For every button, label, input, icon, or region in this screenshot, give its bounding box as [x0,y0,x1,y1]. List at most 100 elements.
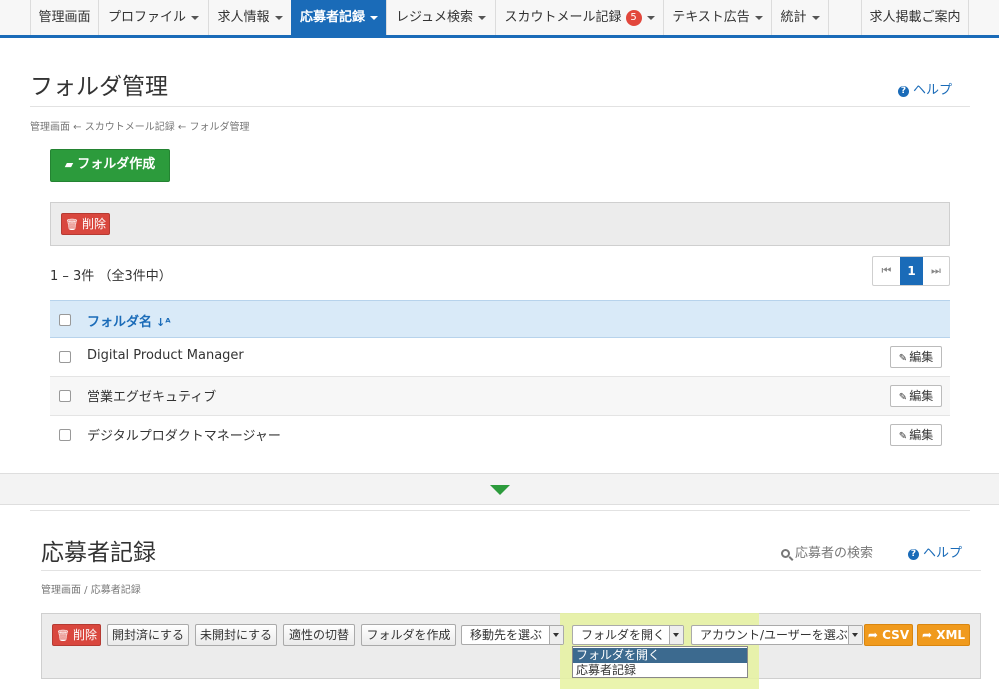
table-row: 営業エグゼキュティブ ✎ 編集 [50,377,950,416]
row-checkbox[interactable] [59,390,71,402]
chevron-down-icon [274,15,283,20]
chevron-down-icon [848,626,862,644]
folder-name[interactable]: 営業エグゼキュティブ [87,386,216,405]
trash-icon: 🗑 [65,218,79,231]
mark-opened-button[interactable]: 開封済にする [107,624,189,646]
xml-label: XML [936,628,966,642]
csv-label: CSV [882,628,910,642]
column-label: フォルダ名 [87,315,153,330]
search-label: 応募者の検索 [795,546,874,561]
page-number-current[interactable]: 1 [900,257,923,285]
mark-unopened-button[interactable]: 未開封にする [195,624,277,646]
export-csv-button[interactable]: ➦ CSV [864,624,913,646]
delete-button[interactable]: 🗑 削除 [61,213,110,235]
help-link[interactable]: ? ヘルプ [908,542,962,561]
nav-item-stats[interactable]: 統計 [771,0,829,35]
nav-item-applicant-records[interactable]: 応募者記録 [291,0,386,35]
last-page-icon[interactable]: ⏭ [923,257,949,285]
unread-count-badge: 5 [625,9,642,26]
nav-item-label: 求人情報 [217,10,270,25]
dropdown-option[interactable]: 応募者記録 [573,663,747,678]
question-icon: ? [898,86,909,97]
edit-label: 編集 [909,350,934,364]
table-row: Digital Product Manager ✎ 編集 [50,338,950,377]
pagination: ⏮ 1 ⏭ [872,256,950,286]
help-label: ヘルプ [913,83,953,98]
chevron-down-icon [370,15,378,20]
create-folder-button[interactable]: フォルダを作成 [361,624,456,646]
chevron-down-icon [191,15,199,20]
nav-item-label: 応募者記録 [299,10,365,25]
breadcrumb[interactable]: 管理画面 ← スカウトメール記録 ← フォルダ管理 [30,118,249,133]
nav-item-resume-search[interactable]: レジュメ検索 [386,0,495,35]
open-folder-select[interactable]: フォルダを開く [572,625,684,645]
open-folder-dropdown-list: フォルダを開く 応募者記録 [572,646,748,678]
chevron-down-icon [754,15,763,20]
row-checkbox[interactable] [59,351,71,363]
delete-label: 削除 [72,628,97,642]
divider [41,570,981,571]
breadcrumb[interactable]: 管理画面 / 応募者記録 [41,581,141,596]
edit-button[interactable]: ✎ 編集 [890,346,942,368]
move-destination-select[interactable]: 移動先を選ぶ [461,625,564,645]
bulk-actions-panel: 🗑 削除 [50,202,950,246]
chevron-down-icon [478,15,487,20]
account-user-select[interactable]: アカウント/ユーザーを選ぶ [691,625,863,645]
nav-item-scout-mail[interactable]: スカウトメール記録 5 [495,0,663,35]
chevron-down-icon [646,15,655,20]
edit-button[interactable]: ✎ 編集 [890,424,942,446]
pencil-icon: ✎ [898,431,908,442]
edit-button[interactable]: ✎ 編集 [890,385,942,407]
top-navigation: 管理画面 プロファイル 求人情報 応募者記録 レジュメ検索 スカウトメール記録 5… [0,0,999,38]
nav-item-dashboard[interactable]: 管理画面 [30,0,98,35]
folder-icon: ▰ [64,158,74,171]
help-link[interactable]: ? ヘルプ [898,79,952,98]
chevron-down-icon [549,626,563,644]
nav-item-label: 統計 [780,10,807,25]
page-title: 応募者記録 [41,540,156,566]
applicant-toolbar [41,613,981,679]
question-icon: ? [908,549,919,560]
divider [30,106,970,107]
collapse-arrow-icon[interactable] [490,485,510,495]
delete-label: 削除 [81,217,106,231]
panel-splitter[interactable] [0,473,999,505]
page-title: フォルダ管理 [30,74,168,100]
export-xml-button[interactable]: ➦ XML [917,624,970,646]
chevron-down-icon [669,626,683,644]
nav-item-label: 管理画面 [38,10,91,25]
nav-item-jobs[interactable]: 求人情報 [208,0,291,35]
nav-item-label: スカウトメール記録 [504,10,622,25]
nav-item-posting-guide[interactable]: 求人掲載ご案内 [861,0,969,35]
help-label: ヘルプ [923,546,963,561]
trash-icon: 🗑 [56,629,70,642]
select-value: フォルダを開く [581,628,666,642]
folder-name[interactable]: Digital Product Manager [87,348,244,363]
search-icon [781,549,790,558]
create-folder-label: フォルダ作成 [77,157,156,172]
create-folder-button[interactable]: ▰ フォルダ作成 [50,149,170,182]
nav-item-profile[interactable]: プロファイル [98,0,208,35]
share-icon: ➦ [867,628,878,642]
applicant-search-link[interactable]: 応募者の検索 [781,542,873,561]
result-count: 1 – 3件 （全3件中） [50,269,172,284]
nav-item-text-ads[interactable]: テキスト広告 [663,0,771,35]
table-header: フォルダ名 ↓ᴬ [50,300,950,338]
nav-item-label: レジュメ検索 [395,10,474,25]
nav-item-label: テキスト広告 [672,10,750,25]
row-checkbox[interactable] [59,429,71,441]
pencil-icon: ✎ [898,353,908,364]
dropdown-option[interactable]: フォルダを開く [573,648,747,663]
select-value: 移動先を選ぶ [470,628,543,642]
folder-name[interactable]: デジタルプロダクトマネージャー [87,425,281,444]
sort-icon: ↓ᴬ [156,316,171,329]
pencil-icon: ✎ [898,392,908,403]
toggle-fit-button[interactable]: 適性の切替 [283,624,355,646]
delete-button[interactable]: 🗑 削除 [52,624,101,646]
nav-item-label: プロファイル [107,10,186,25]
select-all-checkbox[interactable] [59,314,71,326]
edit-label: 編集 [909,428,934,442]
folder-name-column-header[interactable]: フォルダ名 ↓ᴬ [87,311,171,330]
nav-item-label: 求人掲載ご案内 [869,10,961,25]
first-page-icon[interactable]: ⏮ [873,257,900,285]
